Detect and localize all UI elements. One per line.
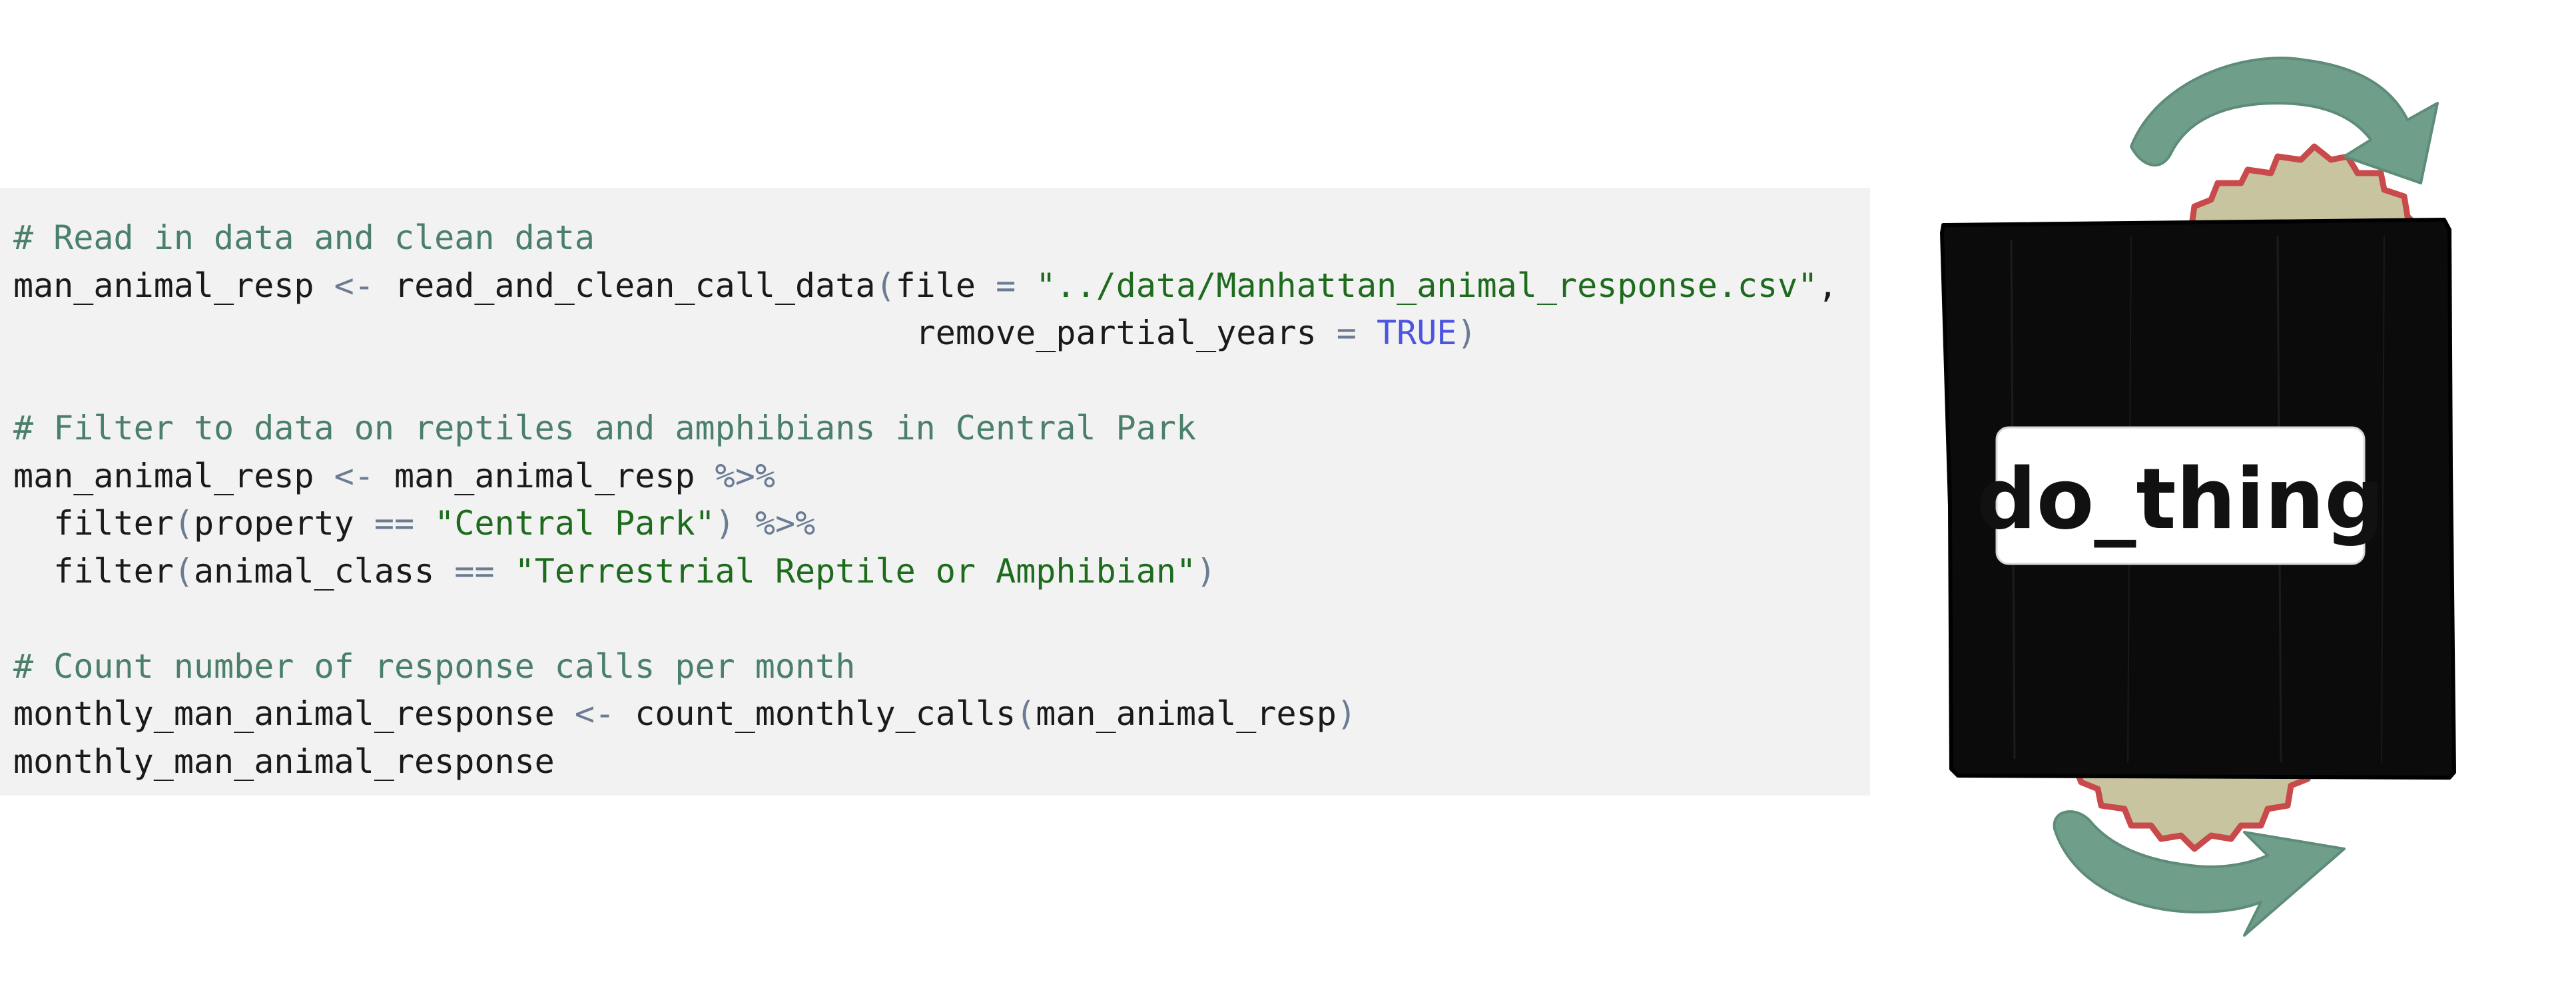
do-thing-illustration: do_thing [1940, 57, 2456, 937]
string-file-path: "../data/Manhattan_animal_response.csv" [1036, 266, 1818, 305]
paren-open: ( [875, 266, 896, 305]
fn-filter: filter [53, 504, 174, 543]
code-line-12: monthly_man_animal_response [13, 738, 1837, 786]
var-man-animal-resp: man_animal_resp [394, 456, 695, 495]
eq-op: = [996, 266, 1016, 305]
eqeq-op: == [454, 551, 495, 591]
paren-close: ) [1196, 551, 1217, 591]
keyword-true: TRUE [1377, 314, 1457, 352]
arg-property: property [193, 504, 354, 543]
code-line-10: # Count number of response calls per mon… [13, 643, 1837, 691]
pipe-op: %>% [715, 456, 775, 495]
var-man-animal-resp: man_animal_resp [13, 266, 314, 305]
code-line-1: # Read in data and clean data [13, 214, 1837, 262]
arg-remove-partial-years: remove_partial_years [915, 314, 1317, 352]
code-line-2: man_animal_resp <- read_and_clean_call_d… [13, 262, 1837, 310]
assign-op: <- [334, 456, 374, 495]
string-animal-class: "Terrestrial Reptile or Amphibian" [514, 551, 1197, 591]
paren-open: ( [1016, 694, 1036, 733]
var-man-animal-resp: man_animal_resp [1036, 694, 1337, 733]
label-text: do_thing [1977, 450, 2385, 548]
fn-filter: filter [53, 551, 174, 591]
code-line-11: monthly_man_animal_response <- count_mon… [13, 690, 1837, 738]
comment-read: # Read in data and clean data [13, 218, 595, 257]
var-man-animal-resp: man_animal_resp [13, 456, 314, 495]
assign-op: <- [334, 266, 374, 305]
assign-op: <- [574, 694, 615, 733]
paren-open: ( [173, 551, 194, 591]
code-line-7: filter(property == "Central Park") %>% [13, 500, 1837, 548]
var-monthly-response: monthly_man_animal_response [13, 742, 555, 781]
code-panel: # Read in data and clean data man_animal_… [0, 188, 1870, 796]
comment-filter: # Filter to data on reptiles and amphibi… [13, 409, 1197, 447]
paren-close: ) [715, 504, 735, 543]
paren-open: ( [173, 504, 194, 543]
fn-read-and-clean: read_and_clean_call_data [394, 266, 876, 305]
code-line-6: man_animal_resp <- man_animal_resp %>% [13, 453, 1837, 501]
code-line-8: filter(animal_class == "Terrestrial Rept… [13, 548, 1837, 596]
do-thing-label: do_thing [1977, 426, 2385, 565]
paren-close: ) [1336, 694, 1357, 733]
string-central-park: "Central Park" [434, 504, 715, 543]
arg-file: file [895, 266, 976, 305]
pipe-op: %>% [755, 504, 816, 543]
arg-animal-class: animal_class [193, 551, 435, 591]
fn-count-monthly-calls: count_monthly_calls [635, 694, 1016, 733]
eqeq-op: == [374, 504, 415, 543]
comma: , [1817, 266, 1838, 305]
paren-close: ) [1456, 314, 1477, 352]
var-monthly-response: monthly_man_animal_response [13, 694, 555, 733]
code-block: # Read in data and clean data man_animal_… [13, 214, 1837, 786]
comment-count: # Count number of response calls per mon… [13, 646, 856, 686]
eq-op: = [1336, 314, 1357, 352]
code-line-3: remove_partial_years = TRUE) [13, 310, 1837, 358]
code-line-5: # Filter to data on reptiles and amphibi… [13, 405, 1837, 453]
